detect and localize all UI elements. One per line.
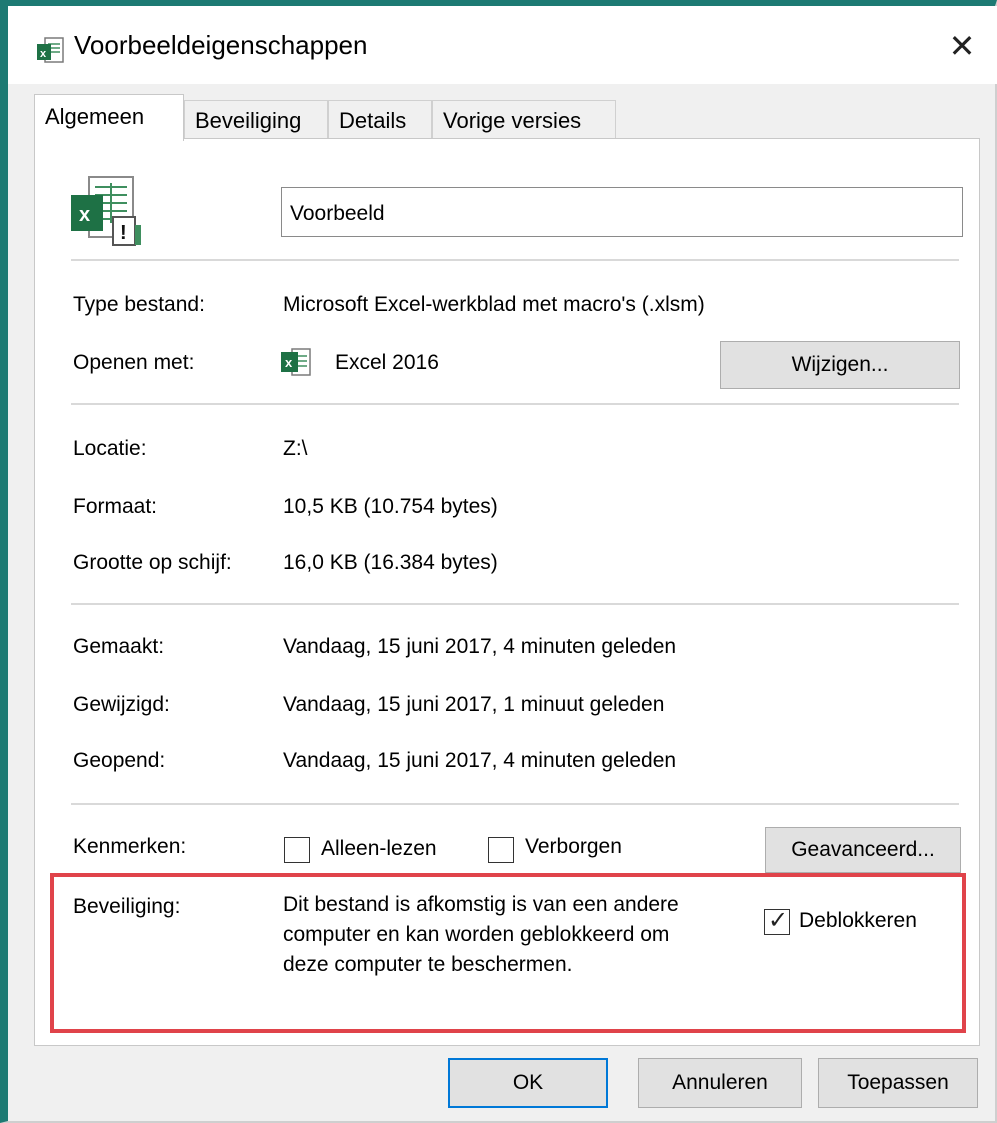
svg-text:x: x	[285, 355, 293, 370]
separator	[71, 603, 959, 605]
title-bar: x Voorbeeldeigenschappen ✕	[8, 6, 997, 84]
hidden-checkbox[interactable]	[488, 837, 514, 863]
modified-label: Gewijzigd:	[73, 693, 170, 716]
advanced-button[interactable]: Geavanceerd...	[765, 827, 961, 873]
svg-text:x: x	[79, 204, 90, 226]
created-value: Vandaag, 15 juni 2017, 4 minuten geleden	[283, 635, 677, 658]
disk-size-value: 16,0 KB (16.384 bytes)	[283, 551, 498, 574]
file-name-input[interactable]	[281, 187, 963, 237]
checkmark-icon: ✓	[768, 907, 789, 934]
tab-security[interactable]: Beveiliging	[184, 100, 328, 140]
opens-with-label: Openen met:	[73, 351, 195, 374]
window-title: Voorbeeldeigenschappen	[74, 30, 368, 60]
accessed-label: Geopend:	[73, 749, 166, 772]
attributes-label: Kenmerken:	[73, 835, 187, 858]
general-panel: x ! Type bestand: Microsoft Excel-werkbl…	[34, 138, 980, 1046]
close-button[interactable]: ✕	[937, 24, 987, 68]
location-label: Locatie:	[73, 437, 147, 460]
unblock-label: Deblokkeren	[799, 909, 917, 932]
readonly-label: Alleen-lezen	[321, 837, 437, 860]
tab-details[interactable]: Details	[328, 100, 432, 140]
type-label: Type bestand:	[73, 293, 205, 316]
separator	[71, 259, 959, 261]
cancel-button[interactable]: Annuleren	[638, 1058, 802, 1108]
ok-button[interactable]: OK	[448, 1058, 608, 1108]
apply-button[interactable]: Toepassen	[818, 1058, 978, 1108]
change-button[interactable]: Wijzigen...	[720, 341, 960, 389]
disk-size-label: Grootte op schijf:	[73, 551, 232, 574]
separator	[71, 803, 959, 805]
unblock-checkbox[interactable]: ✓	[764, 909, 790, 935]
type-value: Microsoft Excel-werkblad met macro's (.x…	[283, 293, 705, 316]
readonly-checkbox[interactable]	[284, 837, 310, 863]
separator	[71, 403, 959, 405]
security-text-line-3: deze computer te beschermen.	[283, 953, 573, 976]
size-value: 10,5 KB (10.754 bytes)	[283, 495, 498, 518]
excel-app-icon: x	[281, 348, 311, 376]
properties-dialog: x Voorbeeldeigenschappen ✕ Algemeen Beve…	[0, 0, 997, 1123]
modified-value: Vandaag, 15 juni 2017, 1 minuut geleden	[283, 693, 665, 716]
excel-macro-file-icon: x !	[71, 176, 141, 246]
created-label: Gemaakt:	[73, 635, 165, 658]
accessed-value: Vandaag, 15 juni 2017, 4 minuten geleden	[283, 749, 677, 772]
location-value: Z:\	[283, 437, 308, 460]
opens-with-value: Excel 2016	[335, 351, 439, 374]
size-label: Formaat:	[73, 495, 158, 518]
security-text-line-2: computer en kan worden geblokkeerd om	[283, 923, 670, 946]
tab-previous-versions[interactable]: Vorige versies	[432, 100, 616, 140]
excel-file-icon: x	[37, 37, 64, 63]
security-label: Beveiliging:	[73, 895, 181, 918]
svg-text:x: x	[40, 48, 47, 60]
security-text-line-1: Dit bestand is afkomstig is van een ande…	[283, 893, 679, 916]
svg-text:!: !	[120, 222, 127, 244]
hidden-label: Verborgen	[525, 835, 622, 858]
tab-general[interactable]: Algemeen	[34, 94, 184, 141]
